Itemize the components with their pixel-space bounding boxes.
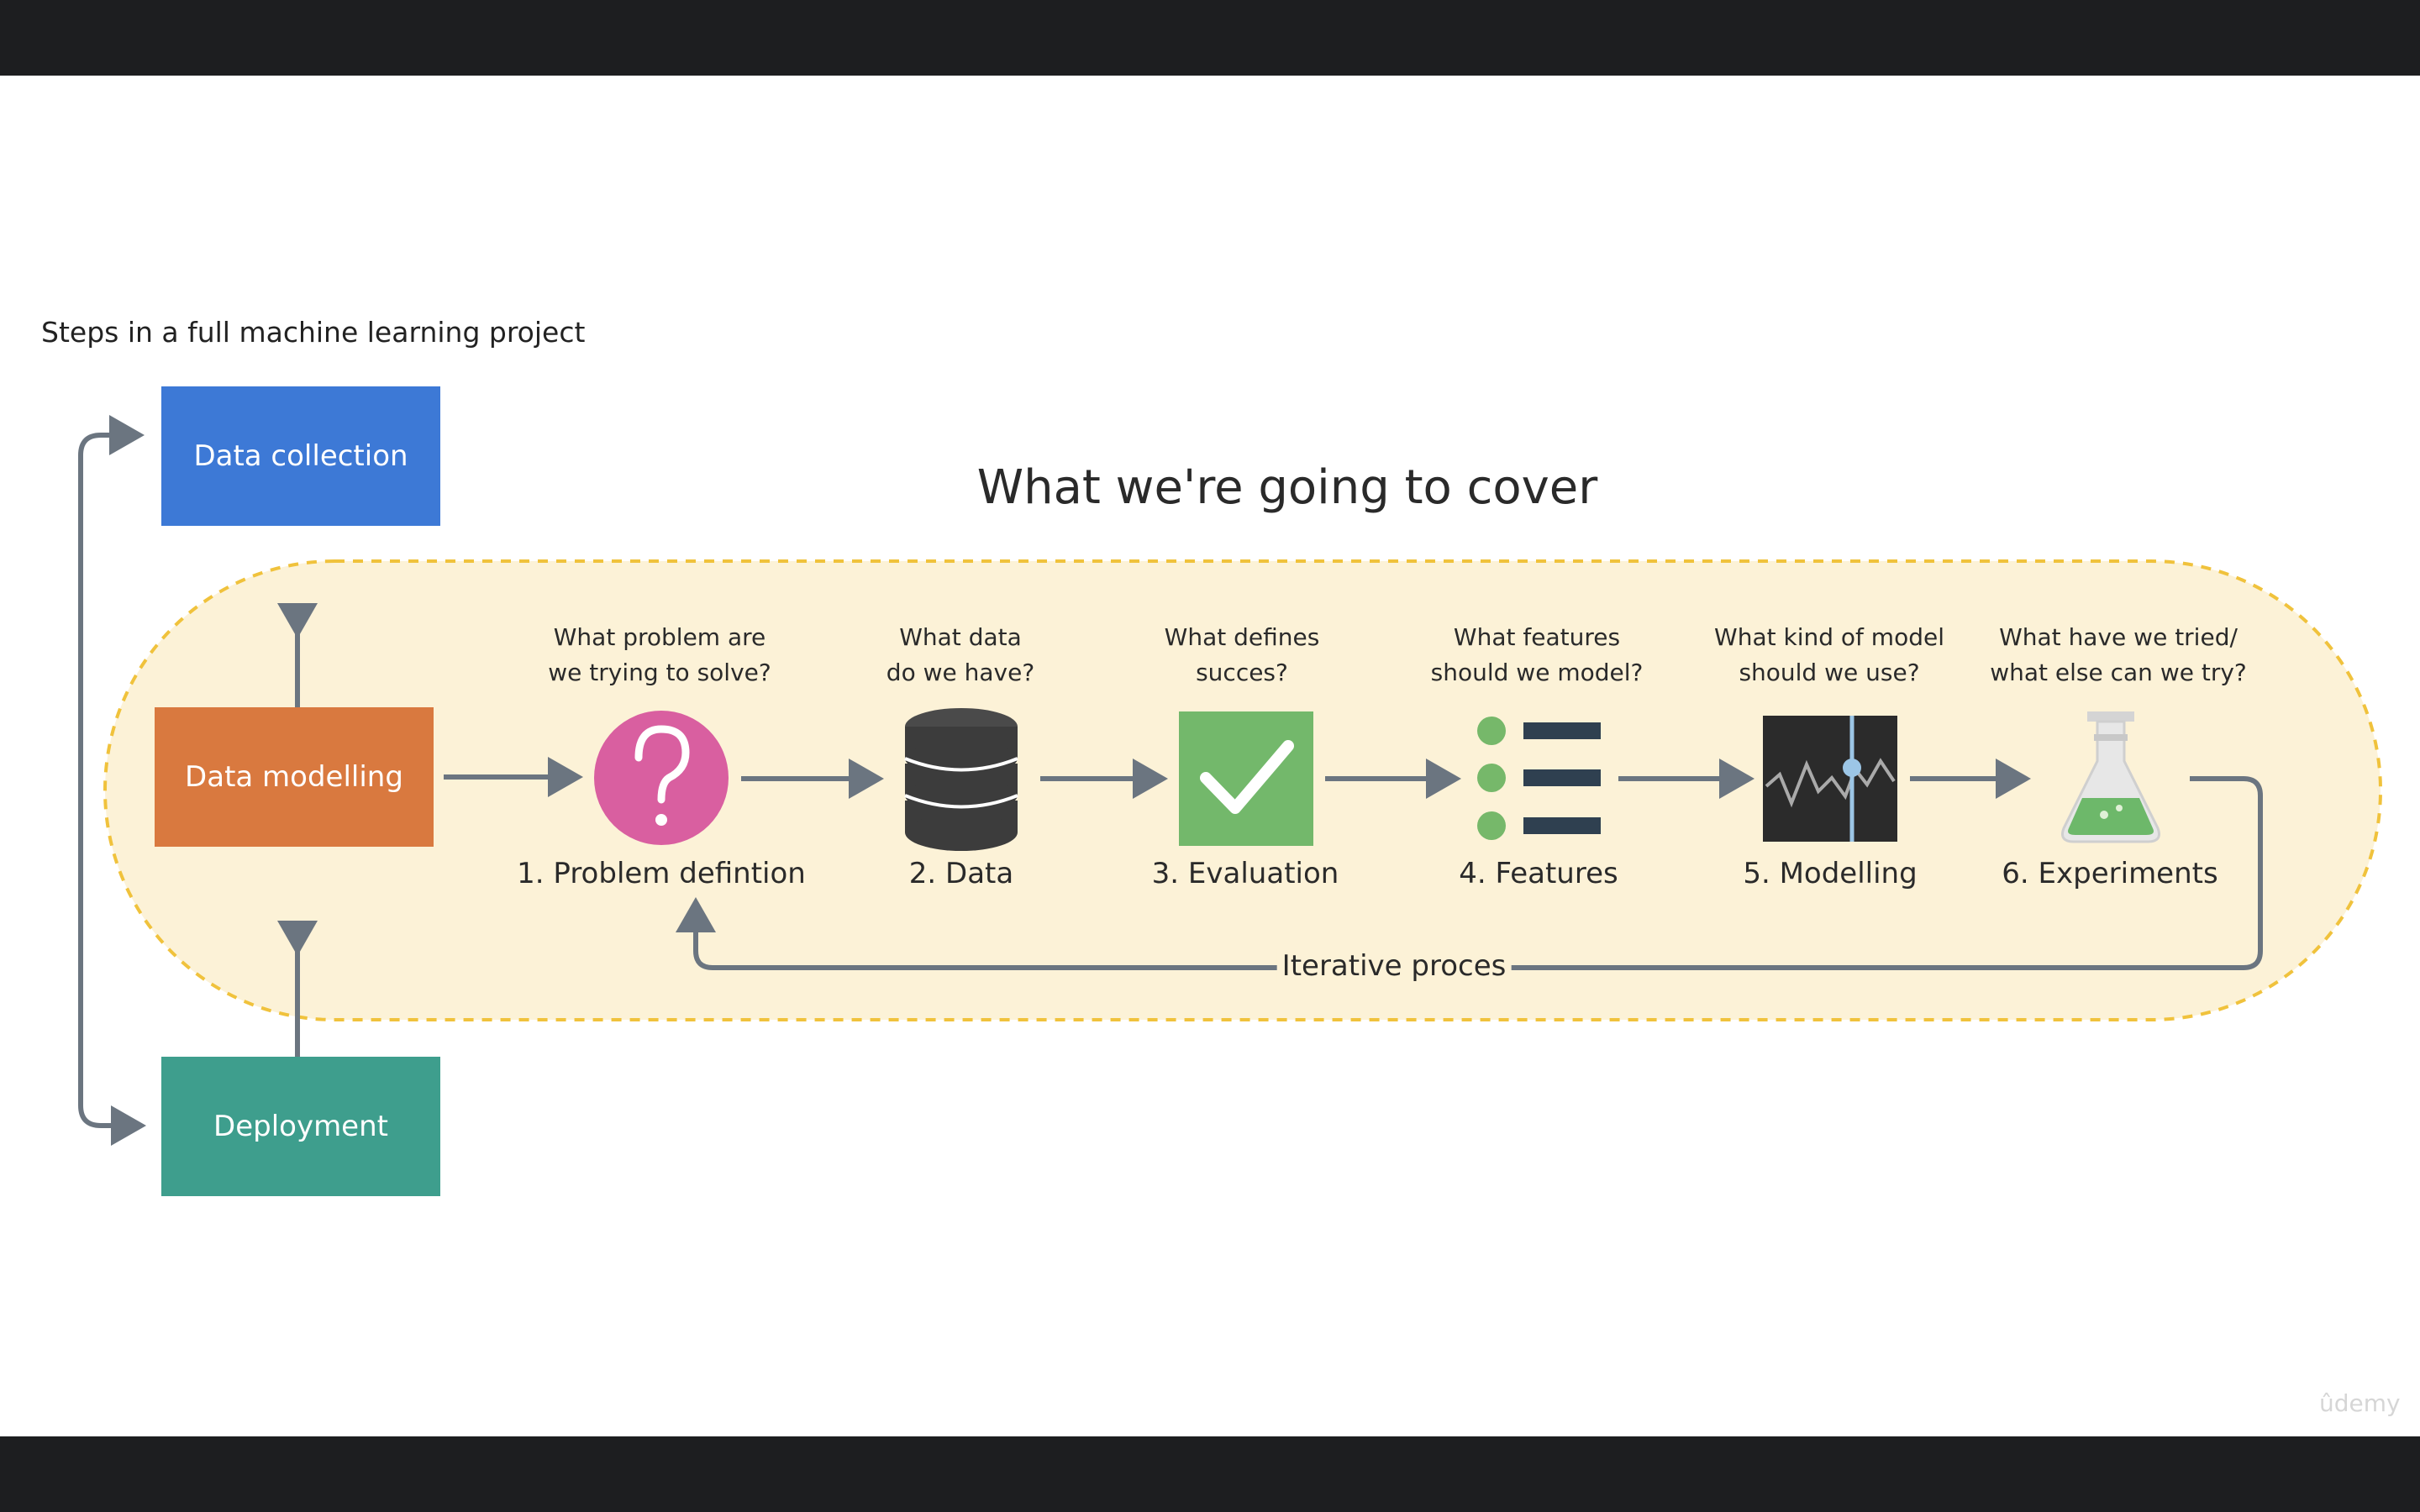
step-1-question: What problem are we trying to solve? (548, 620, 771, 690)
deployment-box: Deployment (161, 1057, 440, 1196)
letterbox-top (0, 0, 2420, 76)
step-3-question-line-1: What defines (1164, 623, 1320, 651)
slide: Steps in a full machine learning project… (0, 76, 2420, 1436)
checkmark-icon (1179, 711, 1313, 846)
model-chart-icon (1763, 716, 1897, 842)
slide-heading: What we're going to cover (976, 460, 1598, 515)
step-4-question-line-1: What features (1453, 623, 1621, 651)
step-1-question-line-1: What problem are (553, 623, 766, 651)
step-4-question: What features should we model? (1431, 620, 1644, 690)
step-2-question-line-2: do we have? (886, 659, 1035, 686)
database-icon (904, 708, 1018, 851)
step-6-question-line-2: what else can we try? (1990, 659, 2247, 686)
step-2-question-line-1: What data (899, 623, 1022, 651)
data-collection-label: Data collection (193, 439, 408, 473)
slide-subtitle: Steps in a full machine learning project (41, 316, 586, 349)
step-5-question-line-2: should we use? (1739, 659, 1920, 686)
data-modelling-label: Data modelling (185, 760, 403, 794)
udemy-watermark: ûdemy (2319, 1389, 2401, 1417)
iterative-process-label: Iterative proces (1276, 949, 1512, 983)
deployment-label: Deployment (213, 1110, 388, 1143)
step-3-question-line-2: succes? (1196, 659, 1288, 686)
step-4-label: 4. Features (1459, 857, 1618, 890)
step-3-question: What defines succes? (1165, 620, 1320, 690)
question-mark-circle-icon (594, 711, 729, 845)
step-2-question: What data do we have? (886, 620, 1034, 690)
bullet-list-icon (1477, 717, 1601, 840)
step-1-label: 1. Problem defintion (517, 857, 806, 890)
step-2-label: 2. Data (908, 857, 1014, 890)
step-3-label: 3. Evaluation (1151, 857, 1339, 890)
step-5-question: What kind of model should we use? (1714, 620, 1944, 690)
step-4-question-line-2: should we model? (1430, 659, 1644, 686)
step-1-question-line-2: we trying to solve? (548, 659, 771, 686)
step-6-label: 6. Experiments (2002, 857, 2218, 890)
data-modelling-box: Data modelling (155, 707, 434, 847)
step-5-question-line-1: What kind of model (1714, 623, 1944, 651)
letterbox-bottom (0, 1436, 2420, 1512)
step-6-question: What have we tried/ what else can we try… (1990, 620, 2247, 690)
step-6-question-line-1: What have we tried/ (1999, 623, 2238, 651)
screen: Steps in a full machine learning project… (0, 0, 2420, 1512)
data-collection-box: Data collection (161, 386, 440, 526)
step-5-label: 5. Modelling (1743, 857, 1918, 890)
